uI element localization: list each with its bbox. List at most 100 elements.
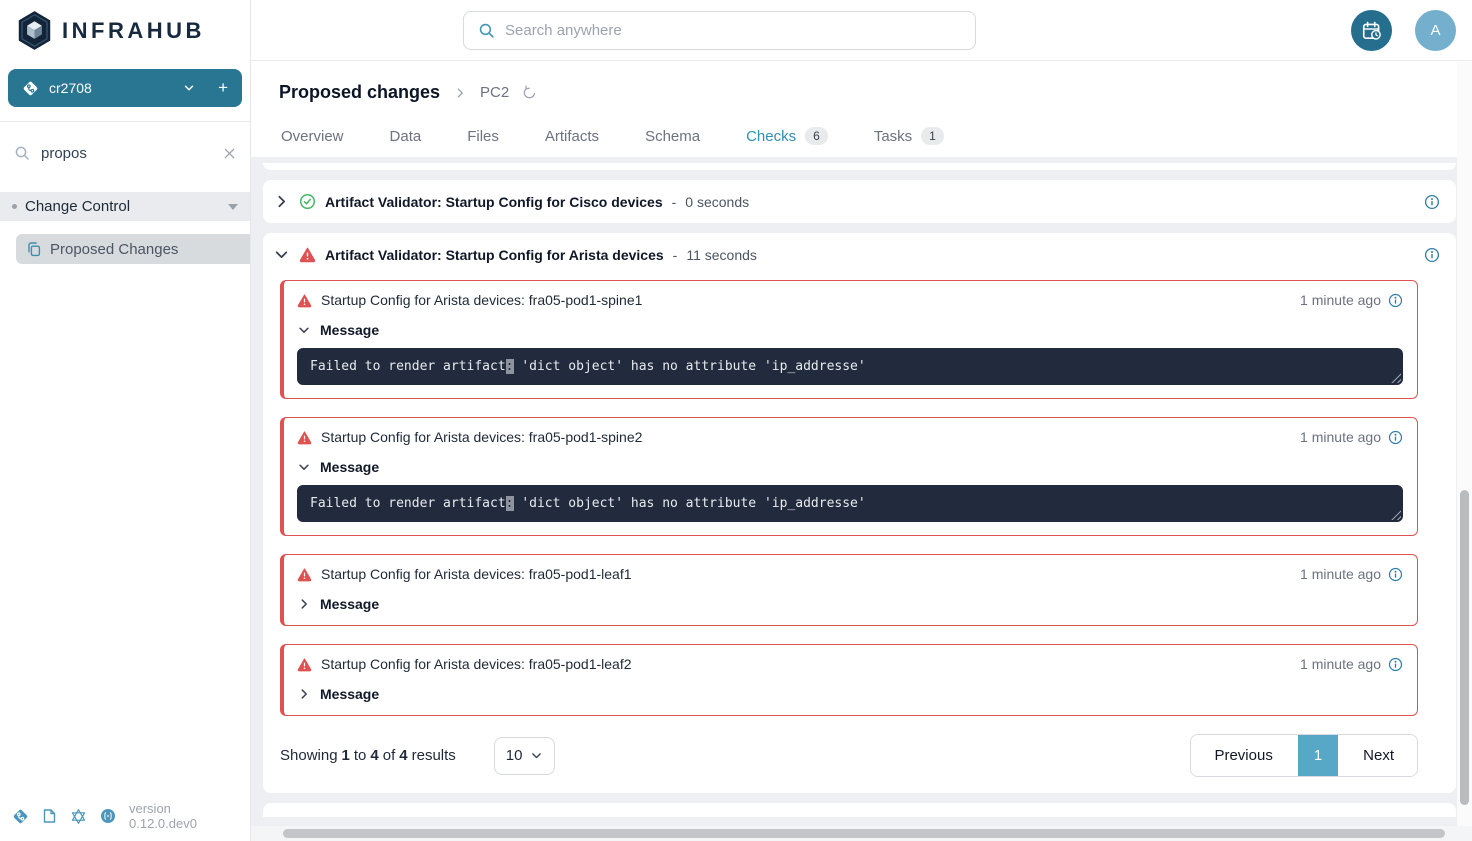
info-icon[interactable]	[1424, 247, 1440, 263]
check-card-spine1: Startup Config for Arista devices: fra05…	[280, 280, 1418, 399]
sidebar-search-input[interactable]	[41, 145, 212, 162]
next-page-button[interactable]: Next	[1340, 735, 1417, 776]
warning-triangle-icon	[299, 246, 316, 263]
info-icon[interactable]	[1388, 567, 1403, 582]
sidebar-footer: version 0.12.0.dev0	[0, 793, 250, 841]
global-search	[463, 11, 976, 50]
add-branch-button[interactable]: +	[218, 78, 228, 98]
message-label: Message	[320, 686, 379, 702]
check-timestamp: 1 minute ago	[1300, 566, 1381, 582]
message-textarea[interactable]: Failed to render artifact: 'dict object'…	[297, 485, 1403, 522]
message-toggle[interactable]: Message	[297, 459, 1403, 475]
check-title: Startup Config for Arista devices: fra05…	[321, 656, 632, 672]
page-size-select[interactable]: 10	[494, 737, 555, 775]
warning-triangle-icon	[297, 430, 312, 445]
pager: Previous 1 Next	[1190, 734, 1418, 777]
chevron-down-icon	[297, 323, 311, 337]
chevron-down-icon	[530, 749, 543, 762]
tab-checks[interactable]: Checks 6	[744, 117, 830, 160]
resize-handle-icon[interactable]	[1390, 509, 1401, 520]
top-header: A	[251, 0, 1472, 61]
tab-schema[interactable]: Schema	[643, 117, 702, 160]
warning-triangle-icon	[297, 657, 312, 672]
branch-selector[interactable]: cr2708 +	[8, 69, 242, 107]
warning-triangle-icon	[297, 293, 312, 308]
message-textarea[interactable]: Failed to render artifact: 'dict object'…	[297, 348, 1403, 385]
check-title: Startup Config for Arista devices: fra05…	[321, 429, 642, 445]
check-card-spine2: Startup Config for Arista devices: fra05…	[280, 417, 1418, 536]
partial-card-top	[263, 163, 1456, 170]
text-cursor: :	[506, 496, 514, 511]
check-card-leaf1: Startup Config for Arista devices: fra05…	[280, 554, 1418, 626]
page-size-value: 10	[506, 747, 523, 764]
info-icon[interactable]	[1424, 194, 1440, 210]
message-toggle[interactable]: Message	[297, 686, 1403, 702]
chevron-right-icon	[297, 597, 311, 611]
sidebar-item-label: Proposed Changes	[50, 241, 178, 258]
branch-icon	[22, 80, 39, 97]
info-icon[interactable]	[1388, 430, 1403, 445]
tab-overview[interactable]: Overview	[279, 117, 346, 160]
check-head: Startup Config for Arista devices: fra05…	[297, 566, 1403, 582]
message-label: Message	[320, 596, 379, 612]
horizontal-scrollbar[interactable]	[251, 826, 1457, 841]
info-icon[interactable]	[1388, 293, 1403, 308]
tab-bar: Overview Data Files Artifacts Schema Che…	[251, 117, 1472, 160]
vertical-scrollbar-thumb[interactable]	[1460, 490, 1469, 805]
info-icon[interactable]	[1388, 657, 1403, 672]
current-page-button[interactable]: 1	[1298, 735, 1338, 776]
app-logo[interactable]: INFRAHUB	[0, 0, 250, 57]
sidebar-group-label: Change Control	[25, 198, 130, 215]
search-icon	[478, 22, 495, 39]
check-head: Startup Config for Arista devices: fra05…	[297, 292, 1403, 308]
chevron-right-icon	[297, 687, 311, 701]
page-title: Proposed changes	[279, 82, 440, 103]
validator-header[interactable]: Artifact Validator: Startup Config for C…	[263, 180, 1456, 223]
vertical-scrollbar[interactable]	[1457, 62, 1472, 826]
page-head: Proposed changes PC2 Overview Data Files…	[251, 61, 1472, 160]
sidebar-group-change-control[interactable]: Change Control	[0, 192, 250, 221]
previous-page-button[interactable]: Previous	[1191, 735, 1295, 776]
chevron-down-icon	[182, 81, 196, 95]
app-window: INFRAHUB cr2708 +	[0, 0, 1472, 841]
horizontal-scrollbar-thumb[interactable]	[283, 829, 1445, 838]
global-search-input[interactable]	[505, 22, 961, 39]
header-actions: A	[1351, 10, 1456, 51]
refresh-icon[interactable]	[522, 85, 537, 100]
message-toggle[interactable]: Message	[297, 596, 1403, 612]
schedule-button[interactable]	[1351, 10, 1392, 51]
bullet-icon	[12, 204, 17, 209]
clear-search-icon[interactable]	[223, 147, 236, 160]
breadcrumb-current: PC2	[480, 84, 509, 101]
docs-icon[interactable]	[42, 808, 57, 824]
check-head: Startup Config for Arista devices: fra05…	[297, 656, 1403, 672]
swagger-icon[interactable]	[100, 808, 116, 824]
chevron-right-icon	[273, 193, 290, 210]
text-cursor: :	[506, 359, 514, 374]
resize-handle-icon[interactable]	[1390, 372, 1401, 383]
graphql-icon[interactable]	[70, 808, 87, 825]
chevron-down-icon	[297, 460, 311, 474]
check-circle-icon	[299, 193, 316, 210]
pagination: Showing 1 to 4 of 4 results 10	[280, 734, 1418, 793]
check-title: Startup Config for Arista devices: fra05…	[321, 292, 642, 308]
sidebar-search	[0, 130, 250, 176]
tab-data[interactable]: Data	[388, 117, 424, 160]
version-label: version 0.12.0.dev0	[129, 801, 238, 831]
check-head: Startup Config for Arista devices: fra05…	[297, 429, 1403, 445]
tab-artifacts[interactable]: Artifacts	[543, 117, 601, 160]
avatar[interactable]: A	[1415, 10, 1456, 51]
calendar-clock-icon	[1361, 20, 1383, 42]
check-timestamp: 1 minute ago	[1300, 429, 1381, 445]
branch-diamond-icon[interactable]	[12, 808, 29, 825]
validator-card-arista: Artifact Validator: Startup Config for A…	[263, 233, 1456, 793]
tab-tasks[interactable]: Tasks 1	[872, 117, 946, 160]
sidebar-item-proposed-changes[interactable]: Proposed Changes	[16, 234, 250, 264]
sidebar: INFRAHUB cr2708 +	[0, 0, 251, 841]
search-icon	[14, 145, 30, 161]
tab-files[interactable]: Files	[465, 117, 501, 160]
scrollbar-corner	[1457, 826, 1472, 841]
checks-count-badge: 6	[805, 127, 828, 145]
validator-header[interactable]: Artifact Validator: Startup Config for A…	[263, 233, 1456, 276]
message-toggle[interactable]: Message	[297, 322, 1403, 338]
